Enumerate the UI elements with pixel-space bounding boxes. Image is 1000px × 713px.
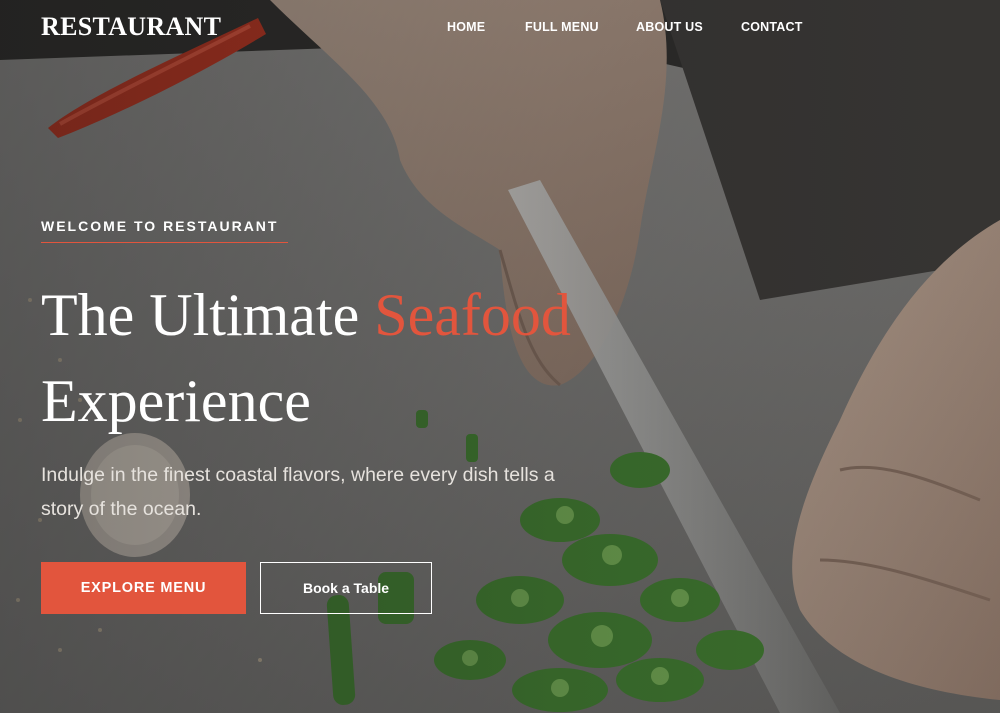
- headline-part-2: Experience: [41, 368, 311, 434]
- nav-item-full-menu[interactable]: FULL MENU: [525, 20, 599, 34]
- eyebrow-underline: [41, 242, 288, 243]
- explore-menu-button[interactable]: EXPLORE MENU: [41, 562, 246, 614]
- nav-item-about-us[interactable]: ABOUT US: [636, 20, 703, 34]
- nav-item-contact[interactable]: CONTACT: [741, 20, 803, 34]
- headline-accent: Seafood: [374, 282, 571, 348]
- nav-item-home[interactable]: HOME: [447, 20, 485, 34]
- book-table-button[interactable]: Book a Table: [260, 562, 432, 614]
- headline-part-1: The Ultimate: [41, 282, 375, 348]
- top-navigation: RESTAURANT HOME FULL MENU ABOUT US CONTA…: [0, 0, 1000, 56]
- hero-subtext: Indulge in the finest coastal flavors, w…: [41, 464, 555, 520]
- hero-eyebrow: WELCOME TO RESTAURANT: [41, 218, 279, 234]
- nav-menu: HOME FULL MENU ABOUT US CONTACT: [0, 20, 1000, 40]
- hero-headline: The Ultimate Seafood Experience: [41, 272, 741, 444]
